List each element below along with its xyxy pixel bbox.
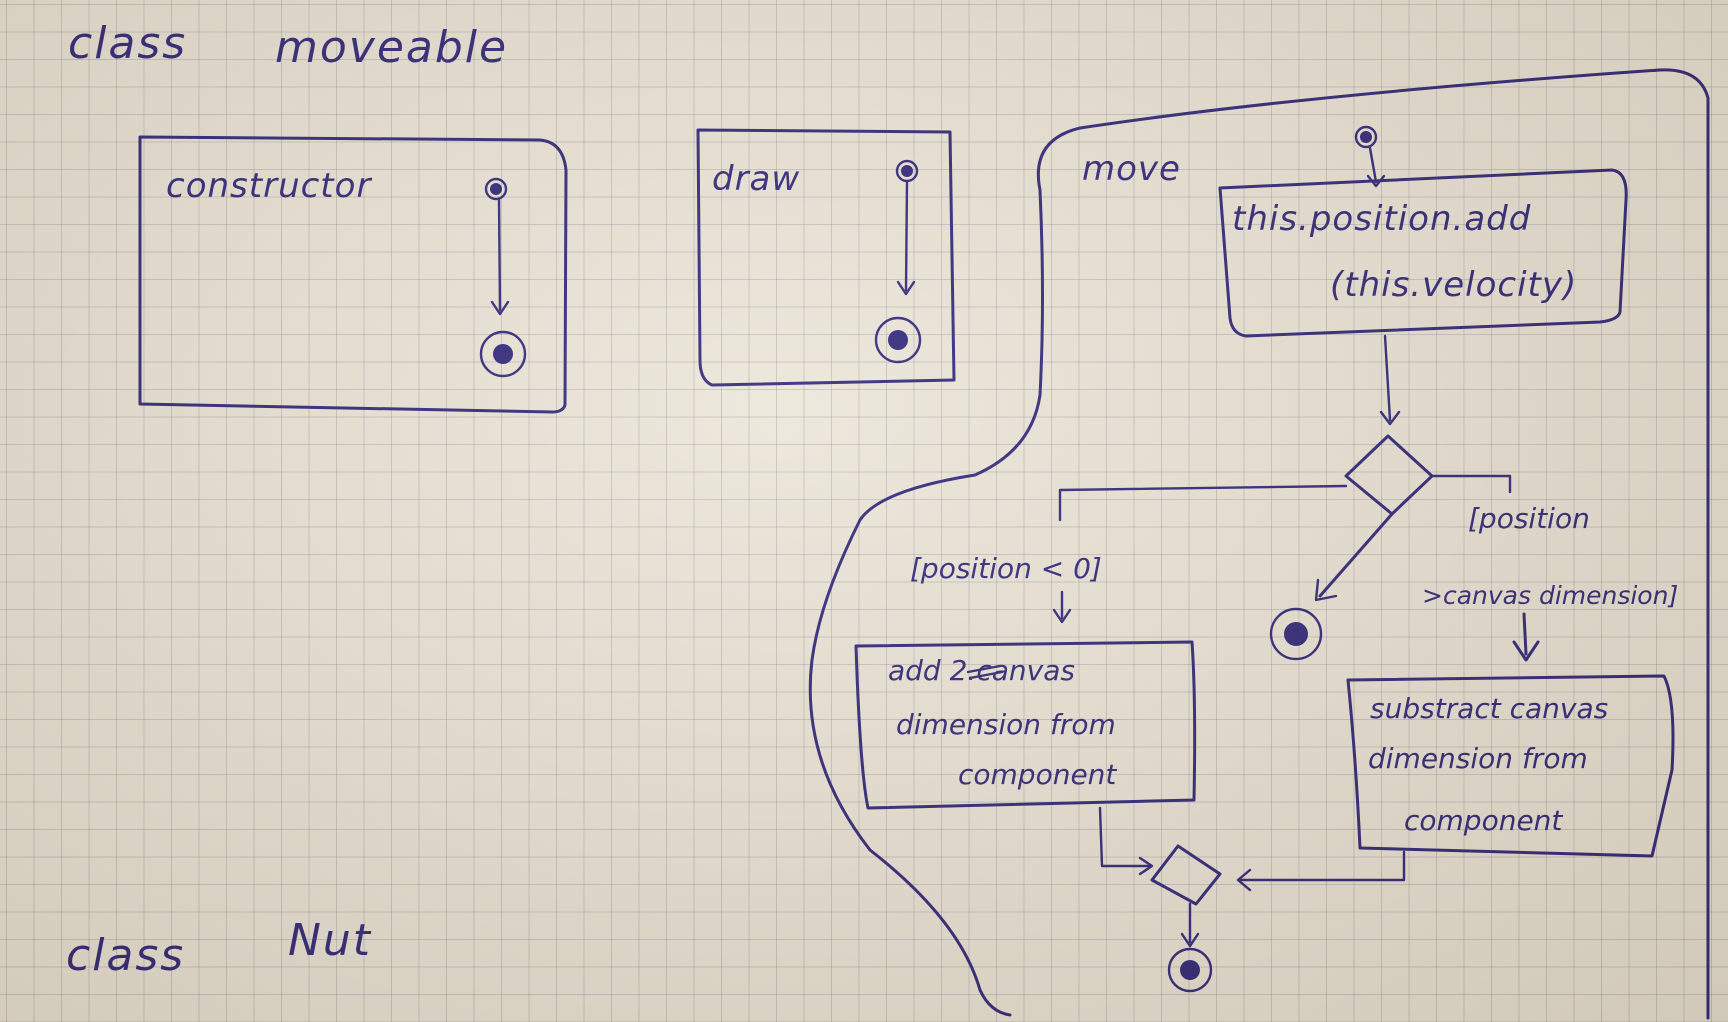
initial-node	[1360, 131, 1372, 143]
final-node	[1284, 622, 1308, 646]
control-flow	[1522, 612, 1528, 656]
guard-position-less-zero: [position < 0]	[910, 552, 1102, 585]
notebook-page: class moveable class Nut constructor dra…	[0, 0, 1728, 1022]
position-add-line-2: (this.velocity)	[1330, 265, 1577, 305]
merge-node	[1150, 844, 1222, 906]
final-node	[888, 330, 908, 350]
class-nut-name: Nut	[288, 915, 372, 966]
substract-canvas-line-3: component	[1404, 804, 1563, 837]
final-node	[1180, 960, 1200, 980]
constructor-activity: constructor	[138, 135, 568, 414]
substract-canvas-line-1: substract canvas	[1370, 692, 1608, 725]
class-moveable-name: moveable	[275, 22, 508, 73]
initial-node	[901, 165, 913, 177]
control-flow-to-final	[1318, 512, 1394, 598]
initial-node	[490, 183, 502, 195]
guard-position-over-canvas-line-2: >canvas dimension]	[1422, 581, 1678, 610]
position-add-action	[1218, 168, 1628, 338]
decision-node	[1344, 434, 1434, 516]
control-flow	[497, 197, 502, 312]
add-canvas-line-2: dimension from	[896, 708, 1116, 741]
control-flow	[1368, 146, 1378, 184]
control-flow-left	[1058, 484, 1348, 522]
control-flow-to-merge	[1238, 850, 1406, 882]
control-flow	[904, 180, 909, 292]
draw-title: draw	[712, 159, 800, 199]
move-title: move	[1082, 149, 1181, 189]
activity-diagram-sketch: class moveable class Nut constructor dra…	[66, 18, 1710, 1020]
class-moveable-keyword: class	[68, 18, 187, 69]
substract-canvas-line-2: dimension from	[1368, 742, 1588, 775]
control-flow	[1383, 334, 1392, 422]
final-node	[493, 344, 513, 364]
constructor-title: constructor	[166, 166, 372, 206]
position-add-line-1: this.position.add	[1232, 199, 1531, 239]
control-flow-to-merge	[1098, 806, 1152, 868]
add-canvas-line-3: component	[958, 758, 1117, 791]
move-activity: move this.position.add (this.velocity) […	[808, 68, 1710, 1020]
class-nut-keyword: class	[66, 930, 185, 981]
control-flow-right	[1430, 474, 1512, 494]
draw-activity: draw	[696, 128, 956, 387]
guard-position-over-canvas-line-1: [position	[1468, 502, 1590, 535]
